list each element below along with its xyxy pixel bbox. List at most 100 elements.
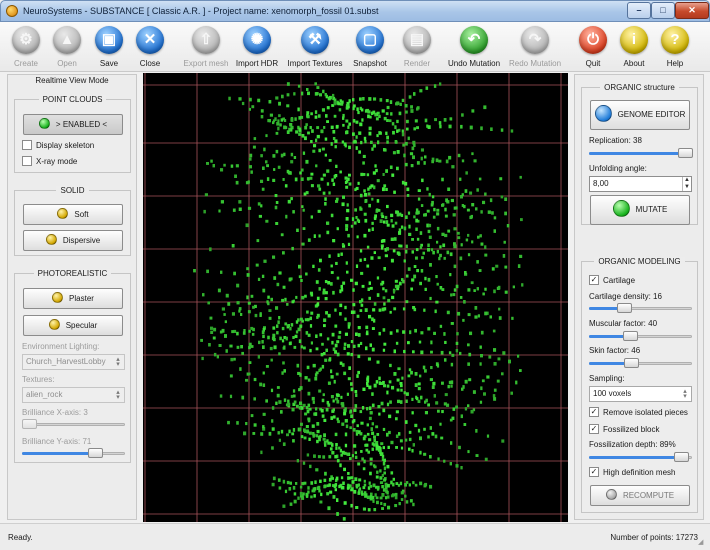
point: [324, 280, 328, 284]
point: [371, 197, 374, 201]
point: [291, 432, 295, 436]
specular-button[interactable]: Specular: [23, 315, 123, 336]
point: [332, 290, 335, 295]
point: [278, 114, 281, 118]
point: [477, 235, 480, 239]
point: [362, 97, 365, 101]
point: [360, 450, 363, 453]
redo-icon: ↷: [521, 26, 549, 54]
point: [484, 245, 487, 249]
recompute-button[interactable]: RECOMPUTE: [590, 485, 690, 506]
point: [366, 407, 369, 411]
muscular-factor-slider[interactable]: [589, 331, 692, 341]
point: [401, 180, 405, 185]
point: [456, 332, 459, 336]
point: [223, 313, 226, 316]
unfolding-angle-spinbox[interactable]: 8,00 ▲ ▼: [589, 176, 692, 192]
mutate-button[interactable]: MUTATE: [590, 195, 690, 225]
point: [343, 501, 347, 505]
point: [510, 391, 513, 395]
point: [265, 365, 269, 368]
brilliance-x-slider[interactable]: [22, 419, 125, 429]
point: [289, 171, 292, 175]
point: [463, 423, 467, 426]
remove-isolated-pieces-checkbox[interactable]: ✓ Remove isolated pieces: [589, 406, 688, 417]
skin-factor-slider[interactable]: [589, 358, 692, 368]
slider-thumb[interactable]: [617, 303, 633, 313]
resize-grip-icon[interactable]: ◢: [698, 538, 708, 548]
point: [356, 314, 360, 318]
point: [376, 276, 380, 280]
high-definition-mesh-checkbox[interactable]: ✓ High definition mesh: [589, 466, 675, 477]
point: [421, 256, 424, 260]
point: [339, 303, 343, 308]
fossilization-depth-slider[interactable]: [589, 452, 692, 462]
minimize-button[interactable]: –: [627, 2, 651, 19]
point: [336, 459, 340, 463]
point: [315, 347, 319, 351]
slider-thumb[interactable]: [673, 452, 689, 462]
cartilage-checkbox[interactable]: ✓ Cartilage: [589, 274, 635, 285]
point: [282, 479, 286, 484]
replication-slider[interactable]: [589, 148, 693, 158]
plaster-button[interactable]: Plaster: [23, 288, 123, 309]
point: [385, 99, 389, 103]
point: [313, 494, 316, 498]
3d-viewport[interactable]: [143, 73, 568, 522]
genome-editor-button[interactable]: GENOME EDITOR: [590, 100, 690, 130]
soft-button[interactable]: Soft: [23, 204, 123, 225]
point: [357, 370, 360, 375]
point: [400, 498, 404, 501]
point: [396, 329, 399, 333]
cartilage-density-slider[interactable]: [589, 303, 692, 313]
point: [321, 364, 325, 369]
point: [371, 447, 374, 451]
point: [368, 126, 372, 131]
point: [326, 439, 329, 443]
slider-thumb[interactable]: [88, 448, 104, 458]
point: [368, 406, 372, 411]
point: [476, 287, 479, 291]
point: [357, 110, 360, 115]
point: [322, 191, 326, 195]
point: [369, 457, 373, 461]
point: [248, 346, 251, 350]
point: [300, 435, 304, 439]
point: [250, 294, 254, 298]
spin-arrows-icon[interactable]: ▴ ▾: [681, 388, 689, 400]
maximize-button[interactable]: □: [651, 2, 675, 19]
point: [329, 490, 333, 494]
slider-thumb[interactable]: [623, 331, 639, 341]
point: [396, 251, 400, 255]
window-close-button[interactable]: ✕: [675, 2, 709, 19]
display-skeleton-checkbox[interactable]: Display skeleton: [22, 139, 94, 150]
point: [471, 240, 474, 244]
point: [453, 244, 457, 249]
point-clouds-enabled-button[interactable]: > ENABLED <: [23, 114, 123, 135]
point: [266, 177, 270, 181]
slider-thumb[interactable]: [22, 419, 37, 429]
spin-arrows-icon[interactable]: ▲ ▼: [682, 177, 691, 191]
point: [361, 284, 365, 288]
textures-select[interactable]: alien_rock ▴ ▾: [22, 387, 125, 403]
point: [271, 419, 274, 423]
sampling-spinbox[interactable]: 100 voxels ▴ ▾: [589, 386, 692, 402]
slider-thumb[interactable]: [624, 358, 640, 368]
point: [404, 215, 408, 219]
slider-thumb[interactable]: [678, 148, 693, 158]
xray-mode-checkbox[interactable]: X-ray mode: [22, 155, 77, 166]
open-label: Open: [57, 59, 77, 68]
point: [424, 369, 427, 373]
point: [404, 104, 408, 108]
point: [303, 481, 307, 485]
dispersive-button[interactable]: Dispersive: [23, 230, 123, 251]
point: [366, 423, 369, 427]
point: [304, 136, 307, 141]
environment-lighting-select[interactable]: Church_HarvestLobby ▴ ▾: [22, 354, 125, 370]
point: [395, 417, 398, 421]
point: [297, 107, 300, 112]
point: [344, 305, 347, 310]
fossilized-block-checkbox[interactable]: ✓ Fossilized block: [589, 423, 659, 434]
point: [270, 358, 273, 362]
brilliance-y-slider[interactable]: [22, 448, 125, 458]
